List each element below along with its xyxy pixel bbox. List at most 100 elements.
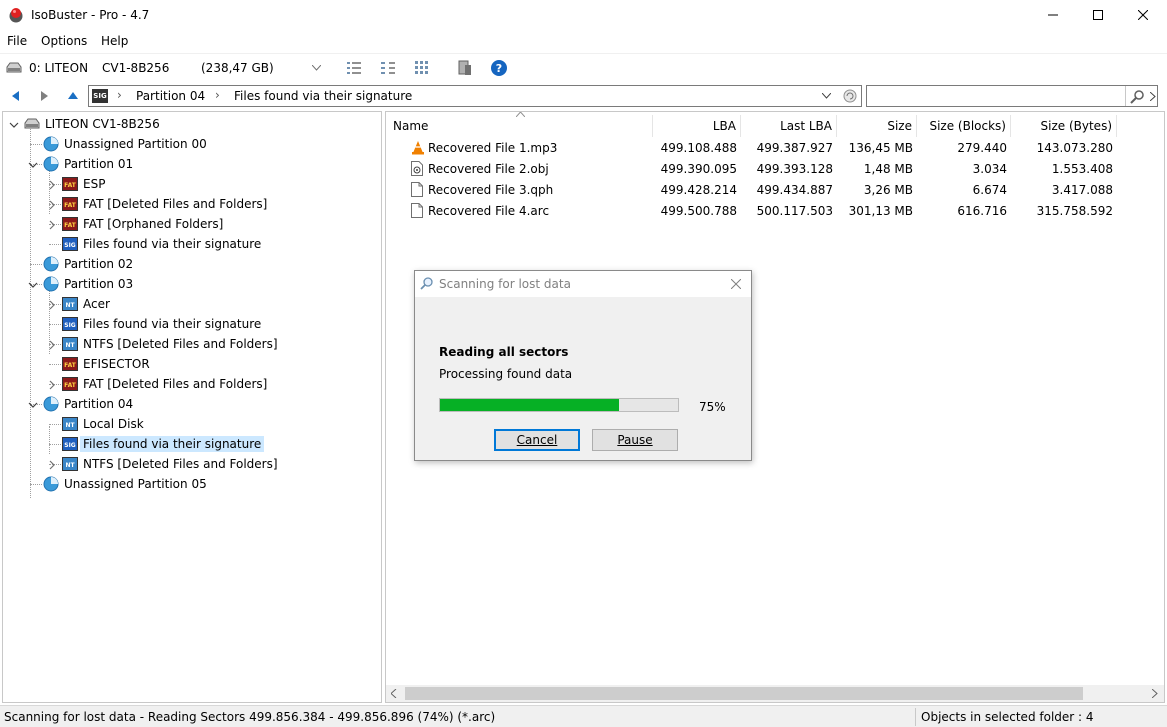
tree-item[interactable]: Partition 02 [43,254,136,274]
drive-size: (238,47 GB) [201,61,274,75]
horizontal-scrollbar[interactable] [386,685,1164,702]
menu-help-label: Help [101,34,129,48]
extract-icon[interactable] [456,59,474,77]
tree-item[interactable]: FAT EFISECTOR [62,354,153,374]
chevron-down-icon[interactable] [9,119,19,129]
tree-item-label: Local Disk [83,417,144,431]
menu-file-label: File [7,34,28,48]
list-view-icon[interactable] [345,59,363,77]
drive-selector[interactable]: 0: LITEON CV1-8B256 (238,47 GB) [4,57,326,79]
tree-item[interactable]: NT NTFS [Deleted Files and Folders] [62,334,281,354]
menu-file[interactable]: File [7,34,27,48]
tree-item-label: FAT [Deleted Files and Folders] [83,377,268,391]
refresh-icon[interactable] [843,89,857,103]
scroll-left-icon[interactable] [391,689,397,698]
chevron-down-icon[interactable] [28,399,38,409]
tree-item[interactable]: FAT FAT [Deleted Files and Folders] [62,194,270,214]
file-name-cell[interactable]: Recovered File 3.qph [428,183,553,197]
maximize-icon [1093,10,1103,20]
svg-text:?: ? [496,62,502,75]
tree-item-label: Unassigned Partition 05 [64,477,207,491]
path-field[interactable]: SIG › Partition 04 › Files found via the… [88,85,862,107]
fat-icon: FAT [62,177,80,191]
tree-item[interactable]: NT NTFS [Deleted Files and Folders] [62,454,281,474]
tree-item[interactable]: Partition 04 [43,394,136,414]
address-bar: SIG › Partition 04 › Files found via the… [0,83,1167,109]
svg-text:FAT: FAT [64,382,77,389]
forward-arrow-icon[interactable] [36,88,52,104]
search-icon[interactable] [1130,89,1145,104]
help-icon[interactable]: ? [490,59,508,77]
tree-item-label: Unassigned Partition 00 [64,137,207,151]
pause-button[interactable]: Pause [592,429,678,451]
drive-icon [6,62,22,73]
tree-connector [30,264,42,265]
tree-item[interactable]: Unassigned Partition 00 [43,134,210,154]
file-name-cell[interactable]: Recovered File 4.arc [428,204,549,218]
file-name-cell[interactable]: Recovered File 1.mp3 [428,141,557,155]
back-arrow-icon[interactable] [8,88,24,104]
svg-text:SIG: SIG [64,442,76,449]
column-header-size-blocks[interactable]: Size (Blocks) [917,115,1011,137]
tree-item[interactable]: SIG Files found via their signature [62,314,264,334]
column-header-last-lba[interactable]: Last LBA [741,115,837,137]
tree-item-label: NTFS [Deleted Files and Folders] [83,337,278,351]
chevron-down-icon [312,65,321,71]
details-view-icon[interactable] [379,59,397,77]
chevron-right-icon[interactable] [47,459,57,470]
chevron-right-icon[interactable] [47,379,57,390]
file-name-cell[interactable]: Recovered File 2.obj [428,162,549,176]
icon-view-icon[interactable] [413,59,431,77]
close-button[interactable] [1120,0,1166,30]
status-text: Scanning for lost data - Reading Sectors… [4,710,496,724]
drive-model: CV1-8B256 [102,61,170,75]
tree-item[interactable]: LITEON CV1-8B256 [24,114,163,134]
cancel-button[interactable]: Cancel [494,429,580,451]
column-header-lba[interactable]: LBA [653,115,741,137]
chevron-down-icon[interactable] [28,279,38,289]
tree-item[interactable]: NT Acer [62,294,113,314]
minimize-button[interactable] [1030,0,1076,30]
tree-item[interactable]: SIG Files found via their signature [62,434,265,454]
up-arrow-icon[interactable] [65,88,81,104]
tree-item[interactable]: Partition 01 [43,154,136,174]
file-blocks-cell: 279.440 [957,141,1007,155]
tree-item[interactable]: FAT ESP [62,174,108,194]
chevron-right-icon[interactable] [47,219,57,230]
tree-item[interactable]: SIG Files found via their signature [62,234,264,254]
chevron-right-icon[interactable] [47,339,57,350]
tree-item[interactable]: Unassigned Partition 05 [43,474,210,494]
close-icon[interactable] [731,279,741,289]
chevron-right-icon[interactable] [47,199,57,210]
chevron-down-icon[interactable] [28,159,38,169]
chevron-down-icon[interactable] [822,93,831,99]
drive-label: 0: LITEON [29,61,89,75]
tree-connector [49,426,50,454]
file-icon [411,203,423,221]
folder-tree[interactable]: LITEON CV1-8B256 Unassigned Partition 00 P… [2,111,382,703]
path-segment-partition[interactable]: Partition 04 [136,89,205,103]
tree-item[interactable]: FAT FAT [Deleted Files and Folders] [62,374,270,394]
column-header-size-bytes[interactable]: Size (Bytes) [1011,115,1117,137]
chevron-right-icon[interactable] [47,299,57,310]
chevron-right-icon[interactable] [47,179,57,190]
scrollbar-thumb[interactable] [405,687,1083,700]
progress-percent: 75% [699,400,726,414]
dialog-title-bar: Scanning for lost data [415,271,751,297]
maximize-button[interactable] [1075,0,1121,30]
tree-item-label: Partition 02 [64,257,134,271]
scroll-right-icon[interactable] [1152,689,1158,698]
menu-help[interactable]: Help [101,34,128,48]
column-header-name[interactable]: Name [386,115,653,137]
tree-item[interactable]: Partition 03 [43,274,136,294]
search-field[interactable] [866,85,1158,107]
svg-text:FAT: FAT [64,362,77,369]
column-header-size[interactable]: Size [837,115,917,137]
path-segment-folder[interactable]: Files found via their signature [234,89,412,103]
menu-options[interactable]: Options [41,34,87,48]
tree-item-label: EFISECTOR [83,357,150,371]
tree-item[interactable]: FAT FAT [Orphaned Folders] [62,214,226,234]
tree-item[interactable]: NT Local Disk [62,414,147,434]
chevron-right-icon[interactable] [1150,92,1156,101]
fat-icon: FAT [62,197,80,211]
